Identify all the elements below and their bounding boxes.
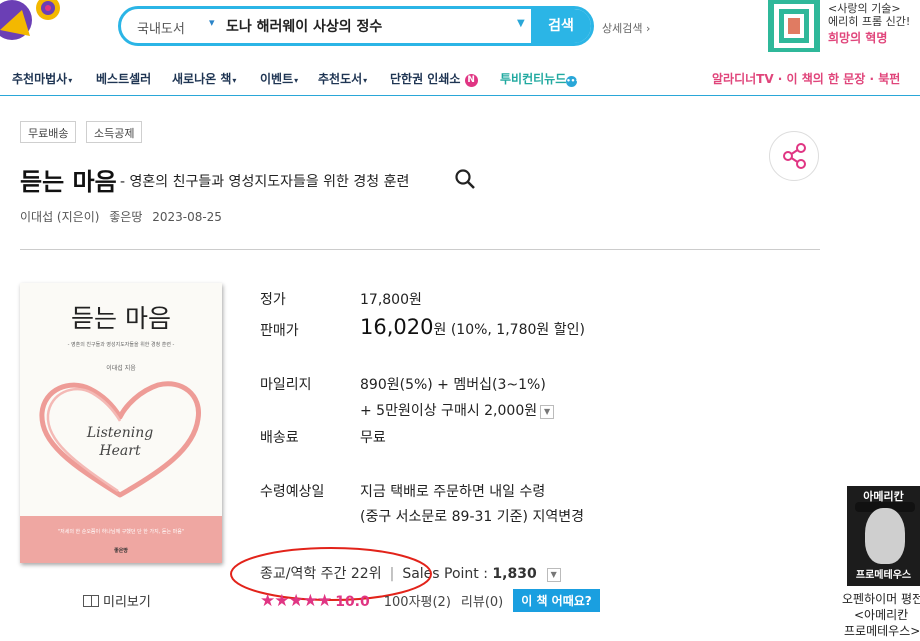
- aladin-logo[interactable]: [0, 0, 70, 48]
- ad-title[interactable]: 희망의 혁명: [828, 29, 887, 46]
- side-ad-title: 아메리칸: [863, 490, 904, 503]
- sales-point: 1,830: [492, 566, 537, 582]
- chevron-down-icon[interactable]: ▼: [546, 568, 561, 582]
- page: 국내도서 ▾ 도나 해러웨이 사상의 정수 ▼ 검색 상세검색 › <사랑의 기…: [0, 0, 920, 641]
- share-icon: [783, 143, 806, 169]
- nav-item-print-shop[interactable]: 단한권 인쇄소 N: [390, 70, 478, 87]
- delivery-label: 수령예상일: [260, 484, 325, 500]
- review-link[interactable]: 리뷰(0): [461, 595, 503, 610]
- nav-item-new-books[interactable]: 새로나온 책▾: [172, 70, 236, 87]
- short-review-link[interactable]: 100자평(2): [384, 595, 451, 610]
- shipping-label: 배송료: [260, 430, 299, 446]
- rating-row: ★★★★★ 10.0 100자평(2) 리뷰(0) 이 책 어때요?: [260, 589, 600, 612]
- sale-discount: (10%, 1,780원 할인): [450, 322, 585, 338]
- side-ad-text[interactable]: 프로메테우스>: [844, 622, 920, 639]
- sale-price-label: 판매가: [260, 323, 299, 339]
- main-nav: 추천마법사▾ 베스트셀러 새로나온 책▾ 이벤트▾ 추천도서▾ 단한권 인쇄소 …: [0, 64, 920, 96]
- nav-right-links[interactable]: 알라디너TV · 이 책의 한 문장 · 북펀: [712, 70, 900, 87]
- divider: [20, 249, 820, 250]
- nav-item-recommended[interactable]: 추천도서▾: [318, 70, 367, 87]
- book-title: 듣는 마음: [20, 168, 117, 196]
- search-bar: 국내도서 ▾ 도나 해러웨이 사상의 정수 ▼ 검색: [118, 6, 594, 46]
- nav-item-events[interactable]: 이벤트▾: [260, 70, 298, 87]
- search-input[interactable]: 도나 해러웨이 사상의 정수: [226, 16, 382, 36]
- svg-text:Listening: Listening: [86, 425, 153, 441]
- nav-item-tobecontinued[interactable]: 투비컨티뉴드•••: [500, 70, 580, 87]
- search-icon[interactable]: [454, 168, 476, 190]
- dropdown-arrow-icon[interactable]: ▼: [517, 18, 525, 29]
- chevron-down-icon[interactable]: ▾: [209, 16, 215, 29]
- search-category-select[interactable]: 국내도서: [137, 18, 185, 37]
- portrait-shape: [865, 508, 905, 564]
- star-rating-icon: ★★★★★: [260, 591, 332, 611]
- list-price-label: 정가: [260, 292, 286, 308]
- side-ad-book-image[interactable]: 아메리칸 프로메테우스: [847, 486, 920, 586]
- cover-band: "저세의 한 순오쯤이 하나님께 구했던 단 한 가지, 듣는 마음" 좋은땅: [20, 516, 222, 563]
- advanced-search-link[interactable]: 상세검색 ›: [602, 20, 650, 36]
- ad-book-image[interactable]: [768, 0, 820, 52]
- nav-item-recommend-wizard[interactable]: 추천마법사▾: [12, 70, 72, 87]
- cover-title: 듣는 마음: [71, 304, 171, 333]
- publish-date: 2023-08-25: [152, 210, 222, 224]
- sale-price-row: 16,020원 (10%, 1,780원 할인): [360, 315, 585, 339]
- cover-author: 이대섭 지음: [106, 365, 136, 372]
- share-button[interactable]: [769, 131, 819, 181]
- mileage-line2: + 5만원이상 구매시 2,000원 ▼: [360, 400, 555, 420]
- new-badge: N: [464, 74, 478, 87]
- heart-illustration: Listening Heart: [39, 381, 201, 498]
- delivery-line2[interactable]: (중구 서소문로 89-31 기준) 지역변경: [360, 506, 584, 526]
- more-dots-icon: •••: [566, 76, 580, 87]
- chevron-down-icon[interactable]: ▼: [540, 405, 555, 419]
- side-ad-text[interactable]: 오펜하이머 평전: [842, 590, 920, 607]
- side-ad-text[interactable]: <아메리칸: [854, 606, 908, 623]
- cover-publisher: 좋은땅: [114, 548, 128, 554]
- author-link[interactable]: 이대섭 (지은이): [20, 210, 99, 224]
- ad-text[interactable]: 에리히 프롬 신간!: [828, 13, 910, 29]
- search-button[interactable]: 검색: [531, 9, 591, 43]
- rating-score: 10.0: [335, 594, 370, 610]
- book-cover[interactable]: 듣는 마음 - 영혼의 친구들과 영성지도자들을 위한 경청 훈련 - 이대섭 …: [20, 283, 222, 563]
- sale-price: 16,020: [360, 315, 434, 339]
- ask-about-book-button[interactable]: 이 책 어때요?: [513, 589, 600, 612]
- mileage-label: 마일리지: [260, 377, 312, 393]
- book-subtitle: - 영혼의 친구들과 영성지도자들을 위한 경청 훈련: [120, 174, 410, 190]
- book-open-icon: [83, 595, 99, 607]
- publisher-link[interactable]: 좋은땅: [109, 210, 142, 224]
- tag-tax-deduction: 소득공제: [86, 121, 143, 143]
- delivery-line1: 지금 택배로 주문하면 내일 수령: [360, 484, 546, 500]
- list-price: 17,800원: [360, 292, 422, 308]
- shipping-value: 무료: [360, 430, 386, 446]
- book-meta: 이대섭 (지은이) 좋은땅 2023-08-25: [20, 208, 228, 225]
- cover-quote: "저세의 한 순오쯤이 하나님께 구했던 단 한 가지, 듣는 마음": [57, 529, 185, 535]
- side-ad-subtitle: 프로메테우스: [855, 570, 912, 581]
- mileage-line1: 890원(5%) + 멤버십(3~1%): [360, 377, 546, 393]
- nav-item-bestseller[interactable]: 베스트셀러: [96, 70, 151, 87]
- svg-text:Heart: Heart: [98, 443, 141, 459]
- preview-button[interactable]: 미리보기: [83, 591, 151, 610]
- tag-free-shipping: 무료배송: [20, 121, 77, 143]
- cover-subtitle: - 영혼의 친구들과 영성지도자들을 위한 경청 훈련 -: [67, 342, 175, 348]
